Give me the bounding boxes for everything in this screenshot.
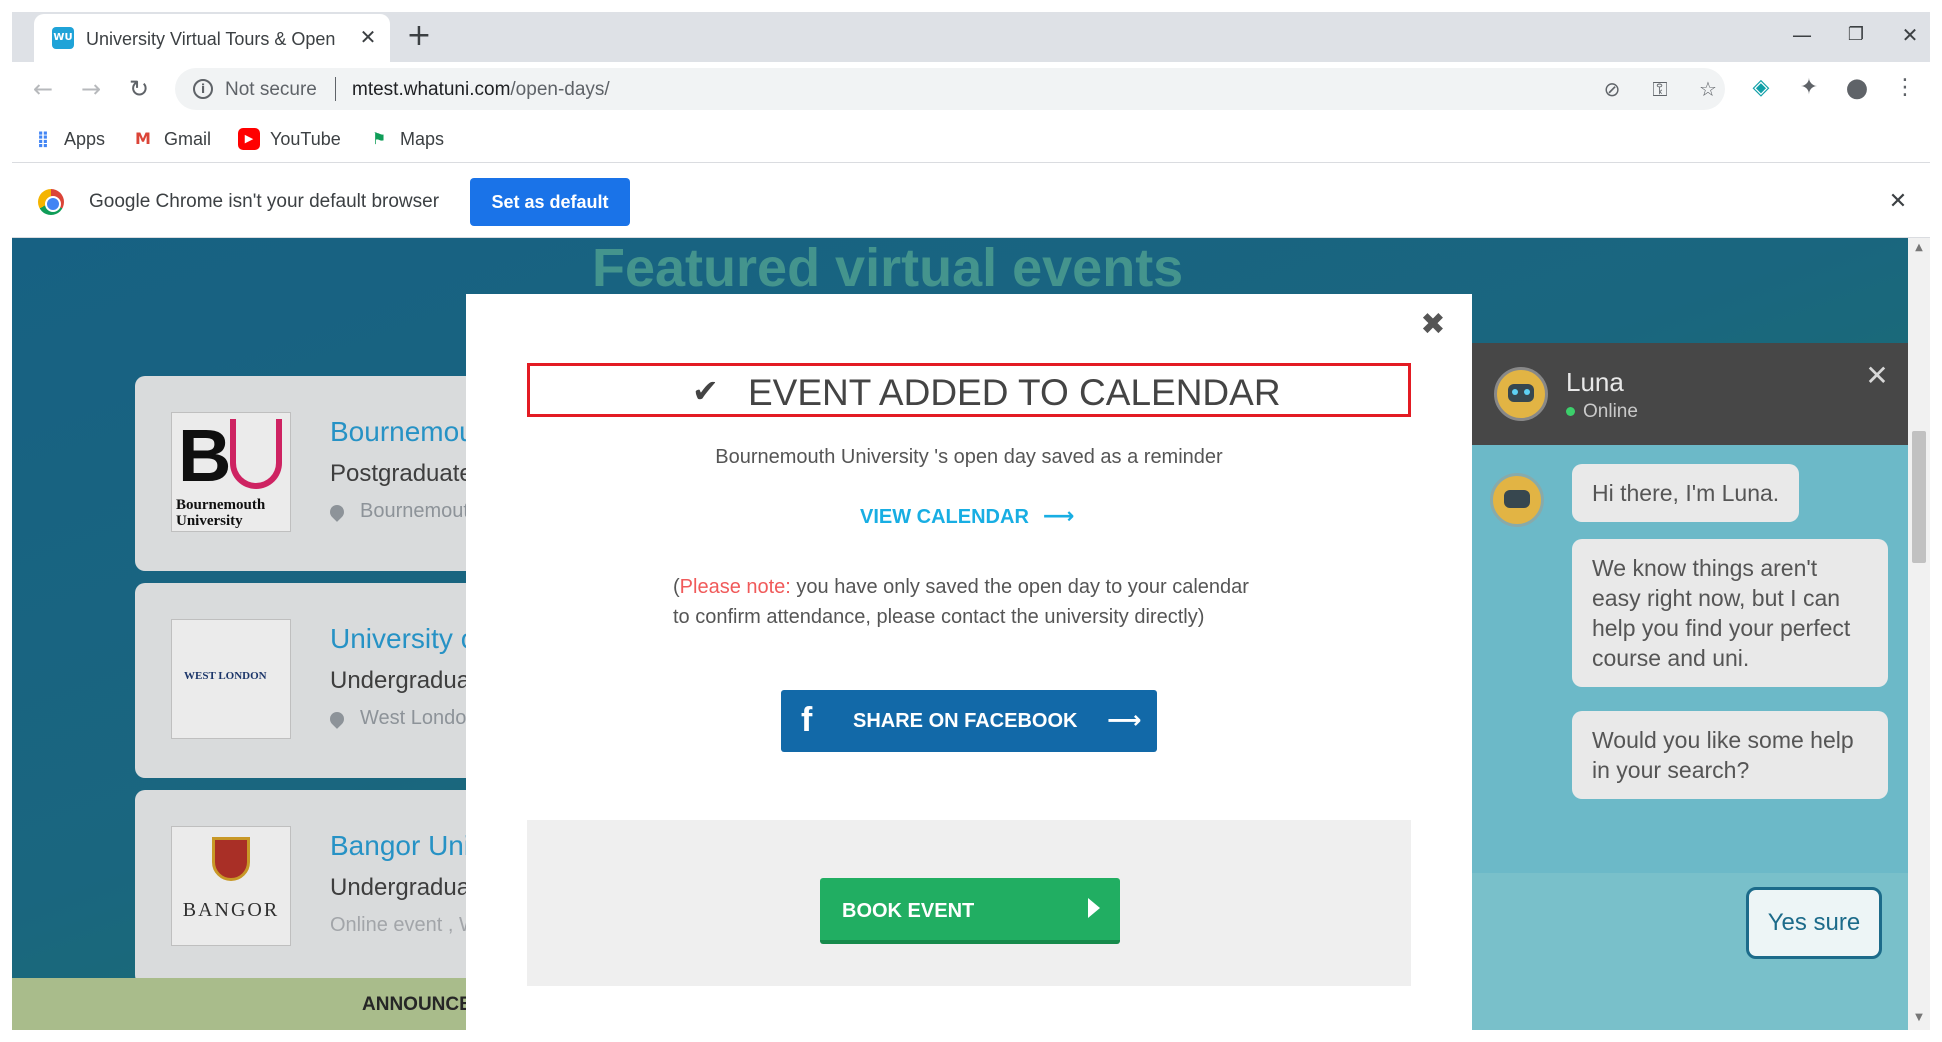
url-path: /open-days/ — [510, 79, 610, 100]
note-line-1: you have only saved the open day to your… — [790, 576, 1249, 598]
new-tab-button[interactable]: + — [404, 21, 434, 52]
bookmarks-bar: ⣿ Apps M Gmail ▶ YouTube ⚑ Maps — [12, 117, 1930, 163]
modal-title: EVENT ADDED TO CALENDAR — [748, 372, 1281, 413]
browser-tab[interactable]: WU University Virtual Tours & Open Days … — [34, 14, 390, 62]
calendar-confirmation-modal: ✖ ✔ EVENT ADDED TO CALENDAR Bournemouth … — [466, 294, 1472, 1030]
browser-toolbar: ← → ↻ i Not secure mtest.whatuni.com/ope… — [12, 62, 1930, 117]
bot-name: Luna — [1566, 367, 1624, 397]
security-label[interactable]: Not secure — [225, 79, 317, 101]
modal-title-box: ✔ EVENT ADDED TO CALENDAR — [527, 363, 1411, 417]
chat-widget: Luna Online ✕ Hi there, I'm Luna. We kno… — [1472, 343, 1908, 1030]
blocked-content-icon[interactable]: ⊘ — [1599, 76, 1625, 102]
caret-right-icon — [1088, 898, 1100, 918]
tab-close-icon[interactable]: ✕ — [356, 25, 380, 49]
bot-avatar-icon — [1494, 367, 1548, 421]
reload-icon[interactable]: ↻ — [122, 72, 156, 106]
chat-message: Would you like some help in your search? — [1572, 711, 1888, 799]
bookmark-label: Maps — [400, 128, 445, 149]
extension-icon[interactable]: ◈ — [1746, 72, 1776, 104]
scroll-down-icon[interactable]: ▼ — [1913, 1012, 1925, 1023]
chrome-menu-icon[interactable]: ⋮ — [1890, 72, 1920, 104]
bookmark-youtube[interactable]: ▶ YouTube — [238, 125, 341, 153]
note-label: Please note: — [679, 576, 791, 598]
profile-avatar-icon[interactable]: ● — [1842, 72, 1872, 104]
minimize-icon[interactable]: — — [1782, 18, 1822, 52]
bookmark-maps[interactable]: ⚑ Maps — [368, 125, 444, 153]
set-as-default-button[interactable]: Set as default — [470, 178, 630, 226]
chat-message: Hi there, I'm Luna. — [1572, 464, 1800, 522]
url-domain: mtest.whatuni.com — [352, 79, 511, 100]
checkmark-icon: ✔ — [692, 372, 719, 410]
bookmark-apps[interactable]: ⣿ Apps — [32, 125, 105, 153]
view-calendar-link[interactable]: VIEW CALENDAR ⟶ — [860, 504, 1074, 529]
share-on-facebook-button[interactable]: f SHARE ON FACEBOOK ⟶ — [781, 690, 1157, 752]
scroll-up-icon[interactable]: ▲ — [1913, 242, 1925, 253]
bookmark-label: Apps — [64, 128, 106, 149]
chat-close-icon[interactable]: ✕ — [1862, 361, 1892, 391]
attendance-note: (Please note: you have only saved the op… — [673, 572, 1293, 632]
url-text[interactable]: mtest.whatuni.com/open-days/ — [352, 79, 610, 101]
book-event-button[interactable]: BOOK EVENT — [820, 878, 1120, 944]
default-browser-infobar: Google Chrome isn't your default browser… — [12, 164, 1930, 238]
note-line-2: to confirm attendance, please contact th… — [673, 606, 1205, 628]
bot-status-text: Online — [1583, 401, 1638, 422]
view-calendar-label: VIEW CALENDAR — [860, 506, 1029, 528]
gmail-icon: M — [135, 129, 151, 148]
apps-grid-icon: ⣿ — [36, 129, 50, 148]
window-close-icon[interactable]: ✕ — [1890, 18, 1930, 52]
omnibox-divider — [335, 77, 336, 101]
yes-sure-button[interactable]: Yes sure — [1746, 887, 1882, 959]
bot-avatar-icon — [1490, 473, 1544, 527]
forward-icon[interactable]: → — [74, 72, 108, 106]
note-open-paren: ( — [673, 576, 680, 598]
bookmark-star-icon[interactable]: ☆ — [1695, 76, 1721, 102]
book-event-panel: BOOK EVENT — [527, 820, 1411, 986]
infobar-message: Google Chrome isn't your default browser — [89, 191, 440, 212]
chat-header: Luna Online ✕ — [1472, 343, 1908, 445]
bot-status: Online — [1566, 401, 1638, 423]
password-key-icon[interactable]: ⚿ — [1647, 76, 1673, 102]
facebook-button-label: SHARE ON FACEBOOK — [853, 710, 1078, 732]
scroll-thumb[interactable] — [1912, 431, 1926, 563]
tab-title: University Virtual Tours & Open Days — [86, 29, 341, 49]
arrow-right-icon: ⟶ — [1107, 706, 1142, 734]
infobar-close-icon[interactable]: ✕ — [1884, 188, 1912, 216]
address-bar[interactable]: i Not secure mtest.whatuni.com/open-days… — [175, 68, 1725, 110]
back-icon[interactable]: ← — [26, 72, 60, 106]
bookmark-label: YouTube — [270, 128, 341, 149]
saved-reminder-message: Bournemouth University 's open day saved… — [715, 446, 1223, 468]
book-event-label: BOOK EVENT — [842, 900, 975, 922]
extensions-puzzle-icon[interactable]: ✦ — [1794, 72, 1824, 104]
youtube-icon: ▶ — [238, 128, 260, 150]
site-favicon-icon: WU — [52, 27, 74, 49]
modal-close-icon[interactable]: ✖ — [1418, 310, 1448, 340]
online-dot-icon — [1566, 407, 1575, 417]
restore-icon[interactable]: ❐ — [1836, 18, 1876, 52]
chat-message: We know things aren't easy right now, bu… — [1572, 539, 1888, 687]
bookmark-gmail[interactable]: M Gmail — [132, 125, 211, 153]
maps-icon: ⚑ — [371, 129, 387, 148]
chrome-logo-icon — [38, 189, 64, 215]
arrow-right-icon: ⟶ — [1042, 504, 1075, 529]
page-scrollbar[interactable]: ▲ ▼ — [1908, 238, 1930, 1030]
bookmark-label: Gmail — [164, 128, 212, 149]
tab-strip: WU University Virtual Tours & Open Days … — [12, 12, 1930, 62]
facebook-icon: f — [801, 701, 813, 739]
site-info-icon[interactable]: i — [193, 79, 213, 99]
